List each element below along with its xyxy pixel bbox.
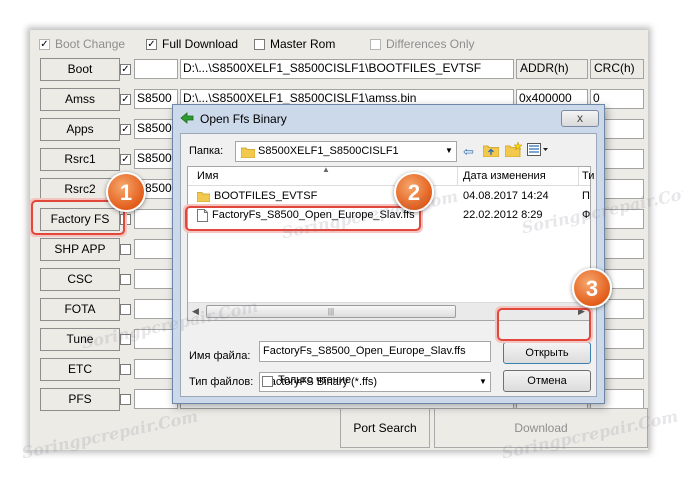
- scroll-thumb[interactable]: |||: [206, 305, 456, 318]
- new-folder-icon[interactable]: [504, 141, 523, 158]
- filename-value: FactoryFs_S8500_Open_Europe_Slav.ffs: [263, 345, 466, 357]
- row-checkbox[interactable]: [120, 334, 131, 345]
- up-folder-icon[interactable]: [482, 143, 500, 158]
- differences-only-checkbox[interactable]: [370, 39, 381, 50]
- row-button[interactable]: PFS: [40, 388, 120, 411]
- step-badge-2: 2: [394, 172, 434, 212]
- row-checkbox[interactable]: [120, 304, 131, 315]
- crc-header: CRC(h): [590, 59, 644, 79]
- row-checkbox[interactable]: ✓: [120, 124, 131, 135]
- folder-combobox[interactable]: S8500XELF1_S8500CISLF1: [235, 141, 457, 162]
- step-badge-1: 1: [106, 172, 146, 212]
- back-icon[interactable]: ⇦: [463, 144, 474, 160]
- chevron-down-icon[interactable]: ▼: [479, 377, 487, 386]
- highlight-selected-file: [183, 204, 423, 233]
- boot-change-checkbox[interactable]: ✓: [39, 39, 50, 50]
- master-rom-checkbox[interactable]: [254, 39, 265, 50]
- folder-label: Папка:: [189, 145, 224, 157]
- filetype-label: Тип файлов:: [189, 376, 254, 388]
- row-button[interactable]: FOTA: [40, 298, 120, 321]
- row-button[interactable]: ETC: [40, 358, 120, 381]
- row-checkbox[interactable]: ✓: [120, 64, 131, 75]
- readonly-checkbox[interactable]: [262, 376, 273, 387]
- row-button[interactable]: CSC: [40, 268, 120, 291]
- filename-input[interactable]: FactoryFs_S8500_Open_Europe_Slav.ffs: [259, 341, 491, 362]
- column-name[interactable]: Имя: [197, 170, 218, 182]
- chevron-down-icon[interactable]: ▼: [445, 146, 453, 155]
- row-checkbox[interactable]: [120, 274, 131, 285]
- file-list[interactable]: Имя ▲ Дата изменения Ти BOOTFILES_EVTSF …: [187, 165, 594, 321]
- scroll-left-icon[interactable]: ◀: [192, 306, 199, 317]
- sort-arrow-icon: ▲: [322, 165, 330, 174]
- folder-icon: [240, 146, 256, 159]
- row-button[interactable]: SHP APP: [40, 238, 120, 261]
- row-path-field[interactable]: D:\...\S8500XELF1_S8500CISLF1\BOOTFILES_…: [180, 59, 514, 79]
- column-date[interactable]: Дата изменения: [463, 170, 546, 182]
- row-checkbox[interactable]: ✓: [120, 94, 131, 105]
- row-button[interactable]: Amss: [40, 88, 120, 111]
- file-list-header: Имя ▲ Дата изменения Ти: [188, 165, 594, 186]
- row-button[interactable]: Apps: [40, 118, 120, 141]
- port-search-button[interactable]: Port Search: [340, 408, 430, 448]
- file-date: 22.02.2012 8:29: [463, 209, 543, 221]
- file-date: 04.08.2017 14:24: [463, 190, 549, 202]
- open-file-dialog: Open Ffs Binary x Папка: S8500XELF1_S850…: [172, 104, 605, 404]
- differences-only-label: Differences Only: [386, 37, 475, 51]
- row-checkbox[interactable]: [120, 244, 131, 255]
- folder-icon: [196, 191, 211, 203]
- view-menu-icon[interactable]: [527, 143, 549, 156]
- dialog-title: Open Ffs Binary: [200, 112, 287, 126]
- column-type[interactable]: Ти: [582, 170, 594, 182]
- filename-label: Имя файла:: [189, 350, 251, 362]
- open-button[interactable]: Открыть: [503, 342, 591, 364]
- file-type: П: [582, 190, 590, 202]
- row-checkbox[interactable]: [120, 394, 131, 405]
- master-rom-label: Master Rom: [270, 37, 336, 51]
- addr-header: ADDR(h): [516, 59, 588, 79]
- app-arrow-icon: [180, 111, 194, 125]
- cancel-button[interactable]: Отмена: [503, 370, 591, 392]
- full-download-checkbox[interactable]: ✓: [146, 39, 157, 50]
- list-item[interactable]: BOOTFILES_EVTSF 04.08.2017 14:24 П: [188, 189, 590, 205]
- row-size-field: [134, 59, 178, 79]
- file-name: BOOTFILES_EVTSF: [214, 190, 318, 202]
- file-type: Ф: [582, 209, 591, 221]
- step-badge-3: 3: [572, 268, 612, 308]
- row-checkbox[interactable]: [120, 364, 131, 375]
- highlight-open-button: [495, 306, 593, 343]
- dialog-body: Папка: S8500XELF1_S8500CISLF1 ▼ ⇦ Имя ▲ …: [180, 133, 597, 397]
- boot-change-label: Boot Change: [55, 37, 126, 51]
- row-button[interactable]: Tune: [40, 328, 120, 351]
- row-button[interactable]: Rsrc1: [40, 148, 120, 171]
- row-button[interactable]: Boot: [40, 58, 120, 81]
- folder-value: S8500XELF1_S8500CISLF1: [258, 145, 399, 157]
- row-checkbox[interactable]: ✓: [120, 154, 131, 165]
- full-download-label: Full Download: [162, 37, 239, 51]
- readonly-label: Только чтение: [278, 374, 352, 386]
- download-button[interactable]: Download: [434, 408, 648, 448]
- close-icon[interactable]: x: [561, 110, 599, 127]
